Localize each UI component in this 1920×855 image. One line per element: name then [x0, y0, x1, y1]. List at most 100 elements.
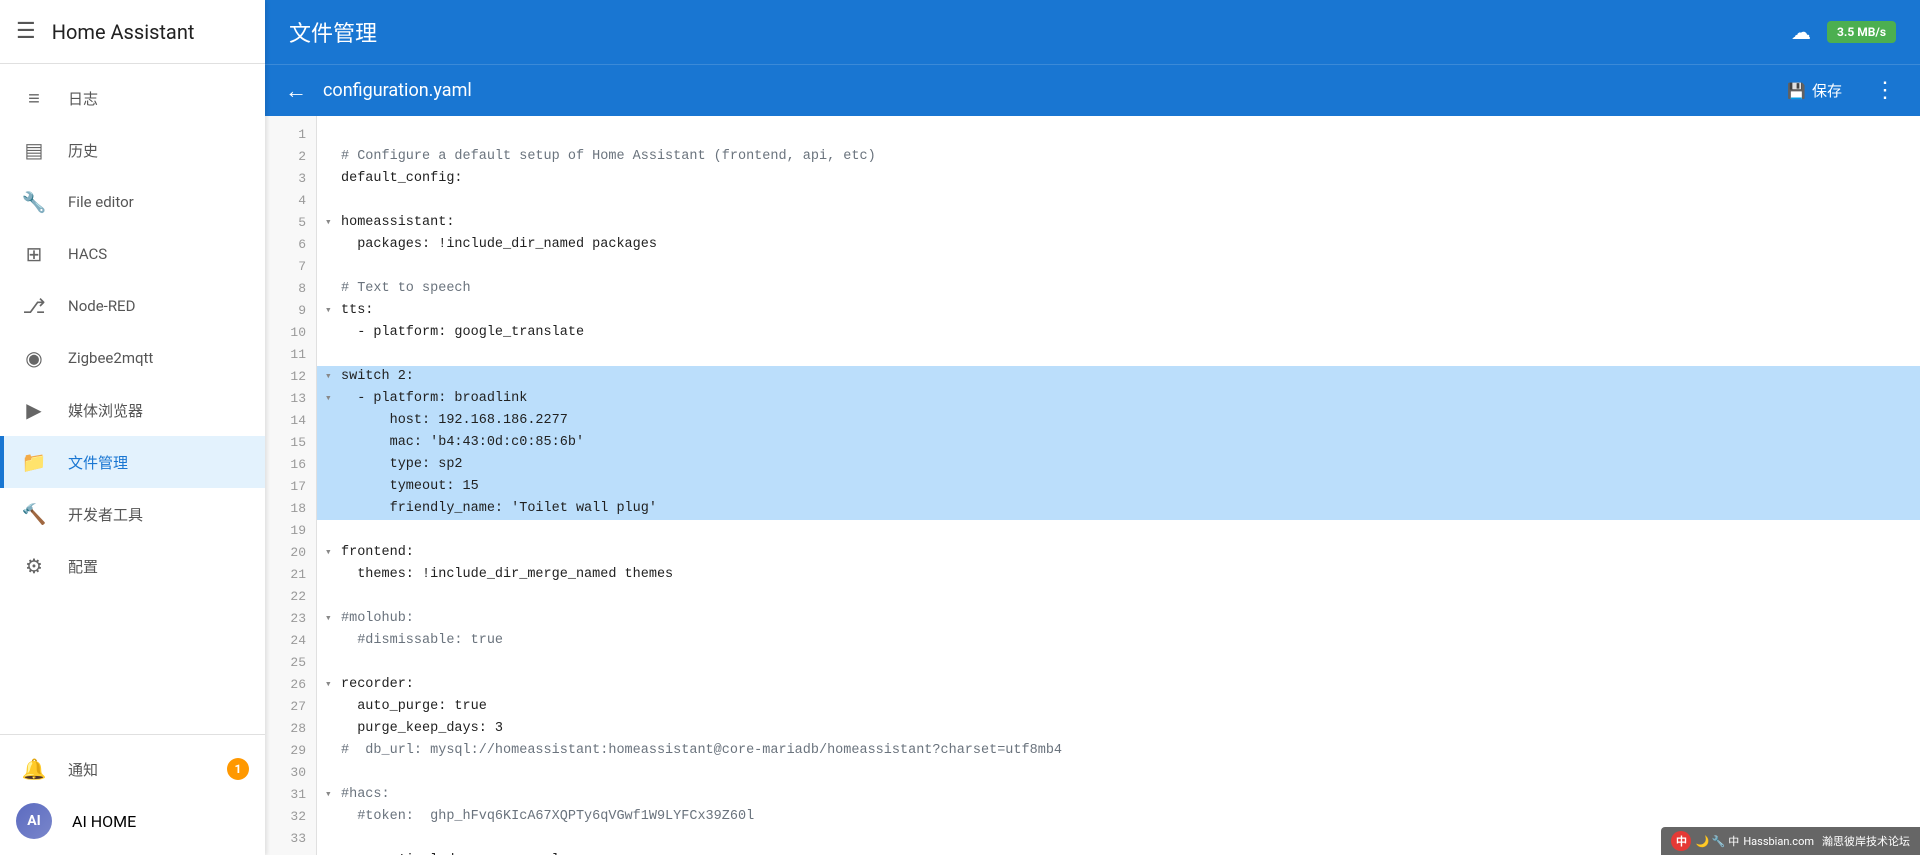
fold-btn-9[interactable]: ▾	[325, 300, 339, 322]
logs-icon: ≡	[20, 84, 48, 112]
nav-label-file-manager: 文件管理	[68, 452, 249, 473]
code-line-8: # Text to speech	[317, 278, 1920, 300]
watermark: 中 🌙 🔧 中 Hassbian.com 瀚思彼岸技术论坛	[1661, 827, 1920, 855]
editor-area[interactable]: 1234567891011121314151617181920212223242…	[265, 116, 1920, 855]
save-label: 保存	[1812, 80, 1842, 101]
line-num-2: 2	[265, 146, 316, 168]
code-line-19	[317, 520, 1920, 542]
topbar: 文件管理 ☁ 3.5 MB/s	[265, 0, 1920, 64]
sidebar-header: ☰ Home Assistant	[0, 0, 265, 64]
code-container: 1234567891011121314151617181920212223242…	[265, 116, 1920, 855]
file-menu-button[interactable]: ⋮	[1870, 74, 1900, 107]
save-button[interactable]: 💾 保存	[1775, 74, 1854, 107]
speed-badge: 3.5 MB/s	[1827, 21, 1896, 43]
notifications-label: 通知	[68, 759, 207, 780]
sidebar-item-notifications[interactable]: 🔔 通知 1	[0, 743, 265, 795]
sidebar-item-logs[interactable]: ≡ 日志	[0, 72, 265, 124]
code-line-24: #dismissable: true	[317, 630, 1920, 652]
nav-label-zigbee2mqtt: Zigbee2mqtt	[68, 349, 249, 367]
menu-icon[interactable]: ☰	[16, 19, 36, 44]
code-line-3: default_config:	[317, 168, 1920, 190]
nav-list: ≡ 日志 ▤ 历史 🔧 File editor ⊞ HACS ⎇ Node-RE…	[0, 64, 265, 734]
code-line-23: ▾#molohub:	[317, 608, 1920, 630]
watermark-sub: 瀚思彼岸技术论坛	[1822, 833, 1910, 849]
page-title: 文件管理	[289, 16, 1783, 48]
sidebar-item-user[interactable]: AI AI HOME	[0, 795, 265, 847]
code-line-29: # db_url: mysql://homeassistant:homeassi…	[317, 740, 1920, 762]
watermark-text: 🌙 🔧 中	[1695, 833, 1739, 849]
line-num-31: 31	[265, 784, 316, 806]
line-num-4: 4	[265, 190, 316, 212]
fold-btn-5[interactable]: ▾	[325, 212, 339, 234]
code-line-2: # Configure a default setup of Home Assi…	[317, 146, 1920, 168]
fold-btn-23[interactable]: ▾	[325, 608, 339, 630]
line-num-33: 33	[265, 828, 316, 850]
line-num-5: 5	[265, 212, 316, 234]
line-num-15: 15	[265, 432, 316, 454]
sidebar-item-history[interactable]: ▤ 历史	[0, 124, 265, 176]
fold-btn-13[interactable]: ▾	[325, 388, 339, 410]
avatar: AI	[16, 803, 52, 839]
line-num-20: 20	[265, 542, 316, 564]
code-line-28: purge_keep_days: 3	[317, 718, 1920, 740]
file-manager-icon: 📁	[20, 448, 48, 476]
line-num-10: 10	[265, 322, 316, 344]
bell-icon: 🔔	[20, 755, 48, 783]
code-text-18: friendly_name: 'Toilet wall plug'	[341, 498, 657, 520]
line-num-17: 17	[265, 476, 316, 498]
node-red-icon: ⎇	[20, 292, 48, 320]
sidebar-item-node-red[interactable]: ⎇ Node-RED	[0, 280, 265, 332]
line-num-11: 11	[265, 344, 316, 366]
sidebar-item-media[interactable]: ▶ 媒体浏览器	[0, 384, 265, 436]
cloud-icon[interactable]: ☁	[1783, 14, 1819, 50]
sidebar-item-dev-tools[interactable]: 🔨 开发者工具	[0, 488, 265, 540]
settings-icon: ⚙	[20, 552, 48, 580]
code-text-28: purge_keep_days: 3	[341, 718, 503, 740]
code-line-14: host: 192.168.186.2277	[317, 410, 1920, 432]
code-line-6: packages: !include_dir_named packages	[317, 234, 1920, 256]
fold-btn-26[interactable]: ▾	[325, 674, 339, 696]
code-text-34: group: !include groups.yaml	[341, 850, 560, 855]
code-line-4	[317, 190, 1920, 212]
code-line-9: ▾tts:	[317, 300, 1920, 322]
line-num-25: 25	[265, 652, 316, 674]
sidebar-item-file-editor[interactable]: 🔧 File editor	[0, 176, 265, 228]
line-num-19: 19	[265, 520, 316, 542]
code-text-6: packages: !include_dir_named packages	[341, 234, 657, 256]
nav-label-file-editor: File editor	[68, 193, 249, 211]
line-num-1: 1	[265, 124, 316, 146]
sidebar-item-hacs[interactable]: ⊞ HACS	[0, 228, 265, 280]
back-button[interactable]: ←	[285, 78, 307, 104]
fold-btn-20[interactable]: ▾	[325, 542, 339, 564]
history-icon: ▤	[20, 136, 48, 164]
line-num-32: 32	[265, 806, 316, 828]
dev-tools-icon: 🔨	[20, 500, 48, 528]
line-num-3: 3	[265, 168, 316, 190]
line-num-14: 14	[265, 410, 316, 432]
code-line-30	[317, 762, 1920, 784]
code-text-13: - platform: broadlink	[341, 388, 527, 410]
code-line-10: - platform: google_translate	[317, 322, 1920, 344]
code-text-32: #token: ghp_hFvq6KIcA67XQPTy6qVGwf1W9LYF…	[341, 806, 754, 828]
sidebar: ☰ Home Assistant ≡ 日志 ▤ 历史 🔧 File editor…	[0, 0, 265, 855]
code-text-29: # db_url: mysql://homeassistant:homeassi…	[341, 740, 1062, 762]
sidebar-item-zigbee2mqtt[interactable]: ◉ Zigbee2mqtt	[0, 332, 265, 384]
line-num-21: 21	[265, 564, 316, 586]
code-line-15: mac: 'b4:43:0d:c0:85:6b'	[317, 432, 1920, 454]
line-num-24: 24	[265, 630, 316, 652]
topbar-right: ☁ 3.5 MB/s	[1783, 14, 1896, 50]
sidebar-bottom: 🔔 通知 1 AI AI HOME	[0, 734, 265, 855]
code-text-24: #dismissable: true	[341, 630, 503, 652]
sidebar-item-settings[interactable]: ⚙ 配置	[0, 540, 265, 592]
main-content: 文件管理 ☁ 3.5 MB/s ← configuration.yaml 💾 保…	[265, 0, 1920, 855]
nav-label-hacs: HACS	[68, 245, 249, 263]
fold-btn-12[interactable]: ▾	[325, 366, 339, 388]
sidebar-item-file-manager[interactable]: 📁 文件管理	[0, 436, 265, 488]
line-num-7: 7	[265, 256, 316, 278]
fold-btn-31[interactable]: ▾	[325, 784, 339, 806]
code-lines[interactable]: # Configure a default setup of Home Assi…	[317, 116, 1920, 855]
line-num-30: 30	[265, 762, 316, 784]
nav-label-node-red: Node-RED	[68, 297, 249, 315]
user-label: AI HOME	[72, 812, 249, 831]
line-num-18: 18	[265, 498, 316, 520]
